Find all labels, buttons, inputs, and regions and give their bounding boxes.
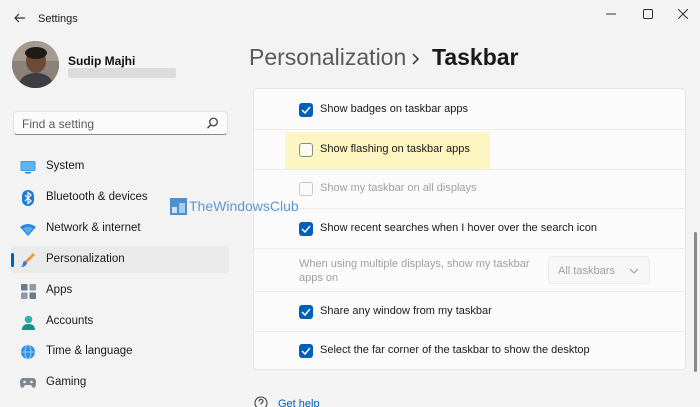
chevron-right-icon	[412, 53, 420, 65]
setting-row: Show flashing on taskbar apps	[254, 130, 687, 170]
checkbox-share-window[interactable]	[299, 305, 313, 319]
user-name: Sudip Majhi	[68, 54, 136, 68]
scrollbar-thumb[interactable]	[694, 232, 697, 372]
wifi-icon	[20, 221, 36, 237]
bluetooth-icon	[20, 190, 36, 206]
setting-label: Show recent searches when I hover over t…	[320, 222, 597, 234]
sidebar-item-label: Network & internet	[46, 222, 141, 234]
globe-clock-icon	[20, 344, 36, 360]
active-indicator	[11, 253, 14, 267]
search-input[interactable]	[22, 116, 202, 132]
sidebar-item-personalization[interactable]: Personalization	[11, 246, 229, 273]
setting-label: Select the far corner of the taskbar to …	[320, 344, 590, 356]
setting-row: When using multiple displays, show my ta…	[254, 249, 687, 292]
sidebar-item-label: Apps	[46, 284, 73, 296]
maximize-icon	[643, 9, 653, 19]
watermark-text: TheWindowsClub	[189, 198, 299, 214]
setting-row: Show my taskbar on all displays	[254, 170, 687, 209]
checkmark-icon	[301, 225, 311, 233]
checkmark-icon	[301, 308, 311, 316]
brush-icon	[20, 252, 36, 268]
maximize-button[interactable]	[634, 4, 662, 24]
avatar-photo	[12, 41, 59, 88]
sidebar-item-apps[interactable]: Apps	[11, 277, 229, 304]
checkbox-recent-searches[interactable]	[299, 222, 313, 236]
watermark: TheWindowsClub	[170, 196, 299, 216]
sidebar-item-label: System	[46, 160, 85, 172]
setting-label: Show badges on taskbar apps	[320, 103, 468, 115]
checkmark-icon	[301, 106, 311, 114]
close-button[interactable]	[669, 4, 697, 24]
chevron-down-icon	[629, 268, 639, 274]
arrow-left-icon	[14, 13, 25, 23]
apps-icon	[20, 283, 36, 299]
sidebar-item-label: Time & language	[46, 345, 133, 357]
search-icon[interactable]	[206, 117, 219, 130]
close-icon	[678, 9, 688, 19]
setting-label: Show my taskbar on all displays	[320, 182, 477, 194]
setting-label: Share any window from my taskbar	[320, 305, 492, 317]
checkbox-show-all-displays	[299, 182, 313, 196]
dropdown-value: All taskbars	[558, 265, 615, 277]
minimize-button[interactable]	[597, 4, 625, 24]
sidebar-item-label: Accounts	[46, 315, 94, 327]
get-help-link[interactable]: Get help	[278, 398, 320, 407]
sidebar-item-gaming[interactable]: Gaming	[11, 369, 229, 396]
sidebar-item-system[interactable]: System	[11, 153, 229, 180]
back-button[interactable]	[10, 8, 30, 28]
setting-label: Show flashing on taskbar apps	[320, 143, 470, 155]
user-email-redacted	[68, 68, 176, 78]
checkmark-icon	[301, 347, 311, 355]
breadcrumb-parent[interactable]: Personalization	[249, 44, 406, 71]
account-icon	[20, 314, 36, 330]
sidebar-item-label: Personalization	[46, 253, 125, 265]
sidebar-item-label: Bluetooth & devices	[46, 191, 148, 203]
setting-row: Share any window from my taskbar	[254, 292, 687, 332]
avatar[interactable]	[12, 41, 59, 88]
taskbar-apps-dropdown: All taskbars	[548, 256, 650, 284]
minimize-icon	[606, 13, 616, 15]
search-box[interactable]	[13, 111, 228, 135]
setting-label: When using multiple displays, show my ta…	[299, 258, 530, 284]
page-title: Taskbar	[432, 44, 519, 70]
taskbar-behaviors-card: Show badges on taskbar apps Show flashin…	[253, 88, 687, 370]
gamepad-icon	[20, 375, 36, 391]
sidebar-item-network[interactable]: Network & internet	[11, 215, 229, 242]
help-icon	[254, 396, 268, 407]
checkbox-far-corner[interactable]	[299, 344, 313, 358]
sidebar-item-accounts[interactable]: Accounts	[11, 308, 229, 335]
title-bar: Settings	[0, 0, 700, 38]
setting-row: Show recent searches when I hover over t…	[254, 209, 687, 249]
checkbox-show-flashing[interactable]	[299, 143, 313, 157]
app-title: Settings	[38, 13, 78, 25]
setting-row: Show badges on taskbar apps	[254, 89, 687, 130]
checkbox-show-badges[interactable]	[299, 103, 313, 117]
setting-row: Select the far corner of the taskbar to …	[254, 332, 687, 370]
sidebar-item-time-language[interactable]: Time & language	[11, 338, 229, 365]
sidebar-item-label: Gaming	[46, 376, 87, 388]
watermark-logo-icon	[170, 197, 187, 215]
monitor-icon	[20, 159, 36, 175]
